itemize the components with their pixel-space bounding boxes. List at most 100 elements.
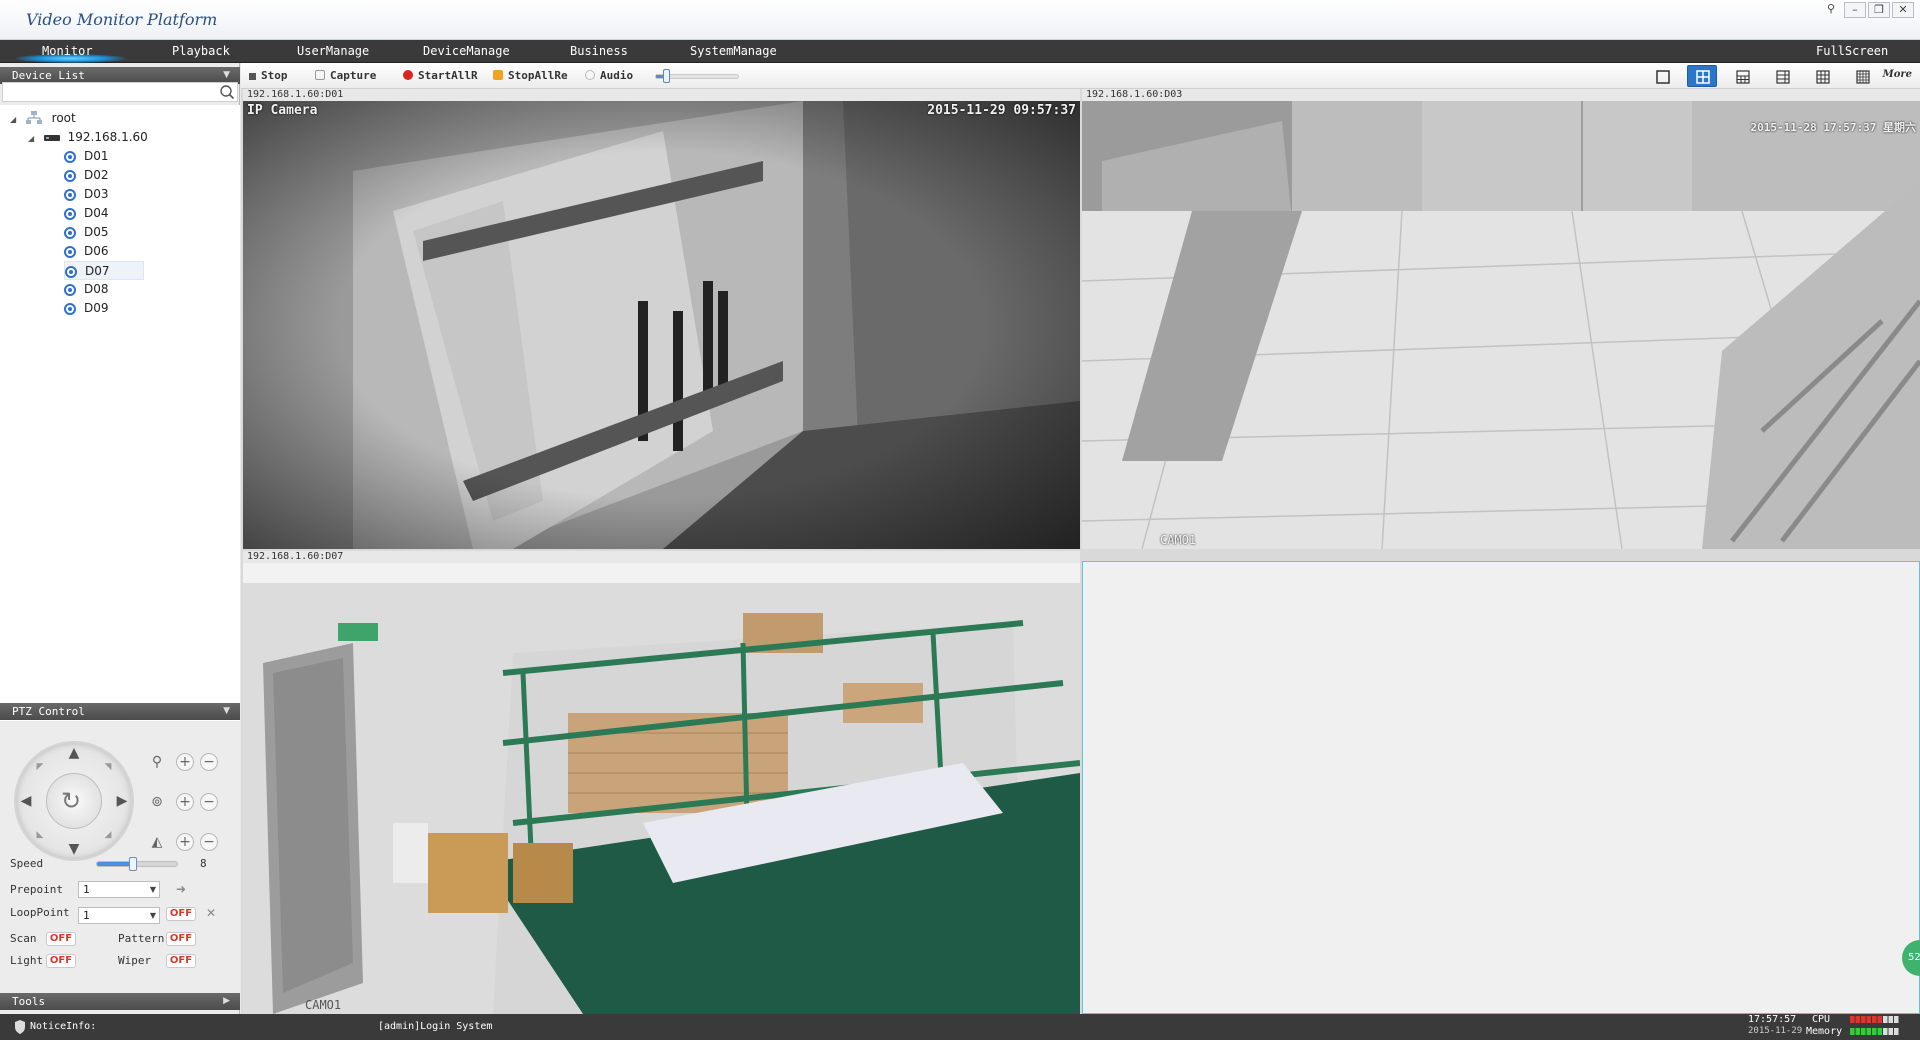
- pin-icon[interactable]: ⚲: [1820, 2, 1842, 18]
- menu-system-manage[interactable]: SystemManage: [690, 40, 777, 63]
- ptz-direction-pad[interactable]: ▲ ▼ ◀ ▶ ◤ ◥ ◣ ◢ ↻: [14, 741, 134, 861]
- ptz-control-header[interactable]: PTZ Control ▼: [0, 703, 240, 720]
- fullscreen-button[interactable]: FullScreen: [1816, 40, 1888, 63]
- meter-segment: [1877, 1028, 1882, 1035]
- tree-host-label: 192.168.1.60: [67, 130, 148, 144]
- video-pane-2[interactable]: 192.168.1.60:D03 2015-11-28 17:57:37 星期六: [1082, 89, 1920, 549]
- maximize-button[interactable]: ❐: [1868, 2, 1890, 18]
- layout-16-button[interactable]: [1847, 65, 1877, 87]
- tree-channel-d09[interactable]: D09: [64, 299, 144, 318]
- tools-header[interactable]: Tools ▶: [0, 993, 240, 1010]
- tree-channel-d05[interactable]: D05: [64, 223, 144, 242]
- collapse-chevron-icon[interactable]: ▼: [223, 703, 230, 720]
- sixteen-layout-icon: [1856, 70, 1870, 84]
- menu-device-manage[interactable]: DeviceManage: [423, 40, 510, 63]
- expand-triangle-icon[interactable]: ◢: [10, 110, 22, 129]
- layout-9-button[interactable]: [1807, 65, 1837, 87]
- layout-6-button[interactable]: [1727, 65, 1757, 87]
- network-root-icon: [25, 111, 42, 124]
- layout-4-button[interactable]: [1687, 65, 1717, 87]
- ptz-control-panel: ▲ ▼ ◀ ▶ ◤ ◥ ◣ ◢ ↻ ⚲ + − ⊚ + − ◭ + − Spee…: [0, 721, 240, 996]
- notice-text: [admin]Login System: [378, 1021, 493, 1032]
- prepoint-select[interactable]: 1 ▼: [78, 881, 160, 898]
- meter-segment: [1855, 1028, 1860, 1035]
- video-feed-d03[interactable]: 2015-11-28 17:57:37 星期六 CAMO1: [1082, 101, 1920, 549]
- zoom-icon: ⚲: [151, 754, 163, 770]
- menu-user-manage[interactable]: UserManage: [297, 40, 369, 63]
- ptz-up-left-icon[interactable]: ◤: [32, 759, 48, 775]
- channel-label: D07: [85, 264, 110, 278]
- minimize-button[interactable]: –: [1844, 2, 1866, 18]
- app-window: Video Monitor Platform ⚲ – ❐ ✕ Monitor P…: [0, 0, 1920, 1040]
- volume-slider[interactable]: [655, 69, 739, 83]
- ptz-right-icon[interactable]: ▶: [114, 793, 130, 809]
- meter-segment: [1861, 1028, 1866, 1035]
- iris-close-button[interactable]: −: [200, 833, 218, 851]
- tree-channel-d04[interactable]: D04: [64, 204, 144, 223]
- stop-all-button[interactable]: StopAllRe: [493, 68, 568, 84]
- capture-button[interactable]: Capture: [315, 68, 376, 84]
- iris-open-button[interactable]: +: [176, 833, 194, 851]
- video-pane-4-empty[interactable]: [1082, 561, 1920, 1014]
- tree-channel-d01[interactable]: D01: [64, 147, 144, 166]
- expand-chevron-icon[interactable]: ▶: [223, 993, 230, 1010]
- tree-channel-d08[interactable]: D08: [64, 280, 144, 299]
- menu-playback[interactable]: Playback: [172, 40, 230, 63]
- tree-channel-d02[interactable]: D02: [64, 166, 144, 185]
- tree-node-host[interactable]: ◢ 192.168.1.60: [28, 128, 148, 147]
- camera-channel-icon: [65, 266, 77, 278]
- wiper-toggle[interactable]: OFF: [166, 954, 196, 968]
- tree-channel-d06[interactable]: D06: [64, 242, 144, 261]
- ptz-up-icon[interactable]: ▲: [66, 745, 82, 761]
- ptz-down-icon[interactable]: ▼: [66, 841, 82, 857]
- settings-tool-icon[interactable]: ✕: [202, 904, 220, 922]
- search-icon[interactable]: [219, 84, 235, 100]
- focus-icon: ⊚: [151, 794, 163, 810]
- looppoint-toggle[interactable]: OFF: [166, 907, 196, 921]
- meter-segment: [1872, 1016, 1877, 1023]
- zoom-out-button[interactable]: −: [200, 753, 218, 771]
- audio-button[interactable]: Audio: [585, 68, 633, 84]
- ptz-auto-button[interactable]: ↻: [46, 773, 102, 829]
- light-toggle[interactable]: OFF: [46, 954, 76, 968]
- dvr-device-icon: [43, 135, 60, 141]
- video-feed-d01[interactable]: IP Camera 2015-11-29 09:57:37: [243, 101, 1080, 549]
- zoom-in-button[interactable]: +: [176, 753, 194, 771]
- looppoint-select[interactable]: 1 ▼: [78, 907, 160, 924]
- tree-node-root[interactable]: ◢ root: [10, 109, 76, 128]
- menu-monitor[interactable]: Monitor: [42, 40, 93, 63]
- scan-toggle[interactable]: OFF: [46, 932, 76, 946]
- layout-1-button[interactable]: [1647, 65, 1677, 87]
- layout-8-button[interactable]: [1767, 65, 1797, 87]
- volume-slider-thumb[interactable]: [662, 69, 670, 83]
- speed-slider-thumb[interactable]: [129, 857, 137, 871]
- device-search-input[interactable]: [2, 82, 238, 102]
- device-tree: ◢ root ◢ 192.168.1.60 D01 D02 D03 D04 D0…: [0, 105, 240, 745]
- more-layouts-button[interactable]: More: [1883, 69, 1912, 80]
- ptz-down-left-icon[interactable]: ◣: [32, 827, 48, 843]
- speed-slider[interactable]: [96, 857, 178, 871]
- channel-label: D03: [84, 187, 109, 201]
- video-feed-d07[interactable]: CAMO1: [243, 563, 1080, 1014]
- camera-channel-icon: [64, 189, 76, 201]
- tree-channel-d03[interactable]: D03: [64, 185, 144, 204]
- stop-button[interactable]: Stop: [249, 68, 288, 84]
- scan-label: Scan: [10, 932, 37, 945]
- close-button[interactable]: ✕: [1892, 2, 1914, 18]
- menu-business[interactable]: Business: [570, 40, 628, 63]
- expand-triangle-icon[interactable]: ◢: [28, 129, 40, 148]
- ptz-down-right-icon[interactable]: ◢: [100, 827, 116, 843]
- ptz-up-right-icon[interactable]: ◥: [100, 759, 116, 775]
- pattern-toggle[interactable]: OFF: [166, 932, 196, 946]
- go-prepoint-arrow-icon[interactable]: ➜: [172, 880, 190, 898]
- speed-value: 8: [200, 857, 207, 870]
- dropdown-arrow-icon: ▼: [149, 885, 156, 894]
- app-title: Video Monitor Platform: [26, 10, 218, 29]
- ptz-left-icon[interactable]: ◀: [18, 793, 34, 809]
- focus-in-button[interactable]: +: [176, 793, 194, 811]
- start-all-button[interactable]: StartAllR: [403, 68, 478, 84]
- video-pane-3[interactable]: 192.168.1.60:D07 CAMO1: [243, 551, 1080, 1014]
- focus-out-button[interactable]: −: [200, 793, 218, 811]
- video-pane-1[interactable]: 192.168.1.60:D01 IP Camera 2015-11-29 09…: [243, 89, 1080, 549]
- tree-channel-d07[interactable]: D07: [64, 261, 144, 280]
